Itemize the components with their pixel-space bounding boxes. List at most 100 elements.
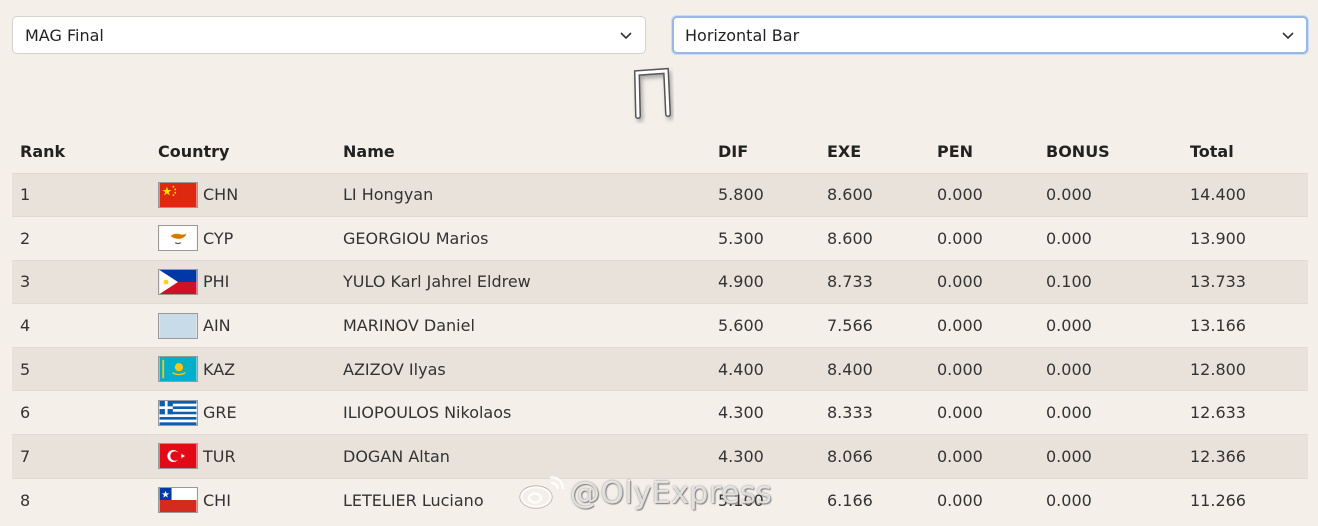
- total-cell: 14.400: [1190, 185, 1246, 205]
- exe-cell: 8.333: [827, 403, 873, 423]
- exe-cell: 8.600: [827, 228, 873, 248]
- country-cell: PHI: [150, 260, 335, 304]
- country-cell: CYP: [150, 217, 335, 261]
- table-row[interactable]: 8 CHI LETELIER Luciano 5.100 6.166 0.000…: [12, 478, 1308, 522]
- apparatus-select[interactable]: Horizontal Bar: [672, 16, 1308, 54]
- country-code: GRE: [203, 403, 237, 423]
- total-cell: 12.633: [1190, 403, 1246, 423]
- dif-cell: 4.300: [718, 403, 764, 423]
- table-row[interactable]: 1 CHN LI Hongyan 5.800 8.600 0.000 0.000…: [12, 173, 1308, 217]
- country-code: TUR: [203, 446, 236, 466]
- total-cell: 13.733: [1190, 272, 1246, 292]
- athlete-name: YULO Karl Jahrel Eldrew: [343, 272, 531, 292]
- competition-select-value: MAG Final: [25, 25, 104, 45]
- rank-cell: 8: [20, 490, 31, 510]
- country-code: CYP: [203, 228, 234, 248]
- rank-cell: 7: [20, 446, 31, 466]
- header-dif[interactable]: DIF: [710, 131, 819, 173]
- table-row[interactable]: 7 TUR DOGAN Altan 4.300 8.066 0.000 0.00…: [12, 434, 1308, 479]
- table-row[interactable]: 3 PHI YULO Karl Jahrel Eldrew 4.900 8.73…: [12, 260, 1308, 304]
- pen-cell: 0.000: [937, 272, 983, 292]
- country-cell: KAZ: [150, 347, 335, 391]
- header-rank[interactable]: Rank: [12, 131, 150, 173]
- ain-flag-icon: [158, 312, 198, 339]
- chile-flag-icon: [158, 487, 198, 514]
- table-row[interactable]: 2 CYP GEORGIOU Marios 5.300 8.600 0.000 …: [12, 216, 1308, 261]
- dif-cell: 4.900: [718, 272, 764, 292]
- philippines-flag-icon: [158, 268, 198, 295]
- total-cell: 13.166: [1190, 316, 1246, 336]
- cyprus-flag-icon: [158, 225, 198, 252]
- athlete-name: MARINOV Daniel: [343, 316, 475, 336]
- chevron-down-icon: [1282, 32, 1294, 40]
- country-cell: TUR: [150, 435, 335, 479]
- table-header-row: Rank Country Name DIF EXE PEN BONUS Tota…: [12, 131, 1308, 173]
- athlete-name: ILIOPOULOS Nikolaos: [343, 403, 512, 423]
- pen-cell: 0.000: [937, 446, 983, 466]
- exe-cell: 8.066: [827, 446, 873, 466]
- pen-cell: 0.000: [937, 185, 983, 205]
- china-flag-icon: [158, 181, 198, 208]
- pen-cell: 0.000: [937, 359, 983, 379]
- table-row[interactable]: 5 KAZ AZIZOV Ilyas 4.400 8.400 0.000 0.0…: [12, 347, 1308, 391]
- rank-cell: 1: [20, 185, 31, 205]
- pen-cell: 0.000: [937, 490, 983, 510]
- country-cell: GRE: [150, 391, 335, 435]
- pen-cell: 0.000: [937, 403, 983, 423]
- greece-flag-icon: [158, 399, 198, 426]
- dif-cell: 4.300: [718, 446, 764, 466]
- competition-select[interactable]: MAG Final: [12, 16, 646, 54]
- bonus-cell: 0.000: [1046, 490, 1092, 510]
- table-row[interactable]: 6 GRE ILIOPOULOS Nikolaos 4.300 8.333 0.…: [12, 390, 1308, 435]
- rank-cell: 6: [20, 403, 31, 423]
- country-code: CHI: [203, 490, 231, 510]
- country-cell: CHI: [150, 478, 335, 522]
- header-country[interactable]: Country: [150, 131, 335, 173]
- dif-cell: 5.300: [718, 228, 764, 248]
- bonus-cell: 0.000: [1046, 446, 1092, 466]
- rank-cell: 5: [20, 359, 31, 379]
- bonus-cell: 0.000: [1046, 403, 1092, 423]
- total-cell: 11.266: [1190, 490, 1246, 510]
- apparatus-select-value: Horizontal Bar: [685, 25, 800, 45]
- country-cell: CHN: [150, 173, 335, 217]
- total-cell: 13.900: [1190, 228, 1246, 248]
- bonus-cell: 0.000: [1046, 185, 1092, 205]
- header-pen[interactable]: PEN: [929, 131, 1038, 173]
- horizontal-bar-icon: [633, 67, 671, 119]
- kazakhstan-flag-icon: [158, 356, 198, 383]
- country-code: CHN: [203, 185, 239, 205]
- dif-cell: 4.400: [718, 359, 764, 379]
- country-code: KAZ: [203, 359, 236, 379]
- pen-cell: 0.000: [937, 228, 983, 248]
- dif-cell: 5.600: [718, 316, 764, 336]
- athlete-name: LETELIER Luciano: [343, 490, 484, 510]
- turkey-flag-icon: [158, 443, 198, 470]
- exe-cell: 8.733: [827, 272, 873, 292]
- dif-cell: 5.100: [718, 490, 764, 510]
- pen-cell: 0.000: [937, 316, 983, 336]
- country-code: AIN: [203, 316, 231, 336]
- athlete-name: DOGAN Altan: [343, 446, 450, 466]
- rank-cell: 4: [20, 316, 31, 336]
- exe-cell: 8.600: [827, 185, 873, 205]
- exe-cell: 6.166: [827, 490, 873, 510]
- bonus-cell: 0.000: [1046, 228, 1092, 248]
- header-bonus[interactable]: BONUS: [1038, 131, 1182, 173]
- rank-cell: 3: [20, 272, 31, 292]
- athlete-name: AZIZOV Ilyas: [343, 359, 446, 379]
- table-row[interactable]: 4 AIN MARINOV Daniel 5.600 7.566 0.000 0…: [12, 303, 1308, 348]
- country-code: PHI: [203, 272, 230, 292]
- rank-cell: 2: [20, 228, 31, 248]
- bonus-cell: 0.100: [1046, 272, 1092, 292]
- athlete-name: LI Hongyan: [343, 185, 434, 205]
- dif-cell: 5.800: [718, 185, 764, 205]
- header-total[interactable]: Total: [1182, 131, 1308, 173]
- country-cell: AIN: [150, 304, 335, 348]
- bonus-cell: 0.000: [1046, 316, 1092, 336]
- header-name[interactable]: Name: [335, 131, 710, 173]
- header-exe[interactable]: EXE: [819, 131, 929, 173]
- athlete-name: GEORGIOU Marios: [343, 228, 489, 248]
- total-cell: 12.800: [1190, 359, 1246, 379]
- total-cell: 12.366: [1190, 446, 1246, 466]
